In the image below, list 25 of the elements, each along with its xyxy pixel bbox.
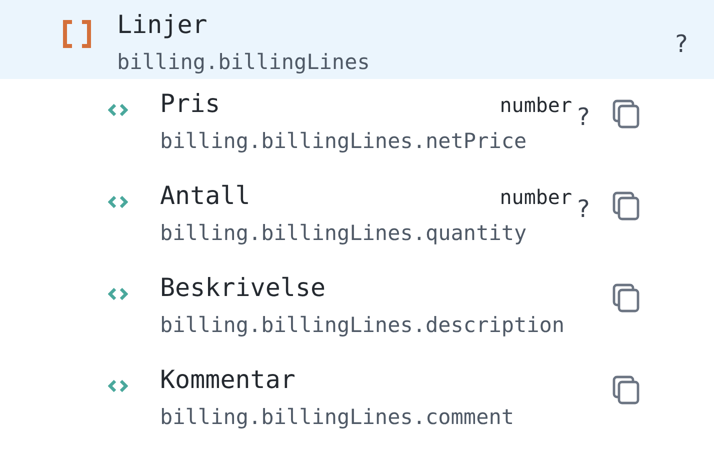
group-title: Linjer (117, 9, 208, 41)
angle-brackets-icon (108, 379, 128, 393)
copy-icon[interactable] (612, 99, 640, 129)
field-path: billing.billingLines.netPrice (160, 128, 527, 155)
help-mark[interactable]: ? (576, 103, 590, 131)
field-path: billing.billingLines.quantity (160, 220, 527, 247)
angle-brackets-icon (108, 195, 128, 209)
angle-brackets-icon (108, 287, 128, 301)
field-type: number (500, 185, 572, 209)
copy-icon[interactable] (612, 191, 640, 221)
field-title: Antall (160, 180, 250, 212)
field-type: number (500, 93, 572, 117)
field-path: billing.billingLines.description (160, 312, 565, 339)
array-brackets-icon (62, 20, 92, 48)
field-title: Beskrivelse (160, 272, 326, 304)
help-mark[interactable]: ? (576, 195, 590, 223)
field-title: Kommentar (160, 364, 296, 396)
copy-icon[interactable] (612, 283, 640, 313)
field-title: Pris (160, 88, 220, 120)
group-path: billing.billingLines (117, 49, 370, 76)
angle-brackets-icon (108, 103, 128, 117)
copy-icon[interactable] (612, 375, 640, 405)
field-path: billing.billingLines.comment (160, 404, 514, 431)
help-mark[interactable]: ? (674, 30, 688, 58)
group-row[interactable]: Linjer billing.billingLines ? (0, 0, 714, 79)
